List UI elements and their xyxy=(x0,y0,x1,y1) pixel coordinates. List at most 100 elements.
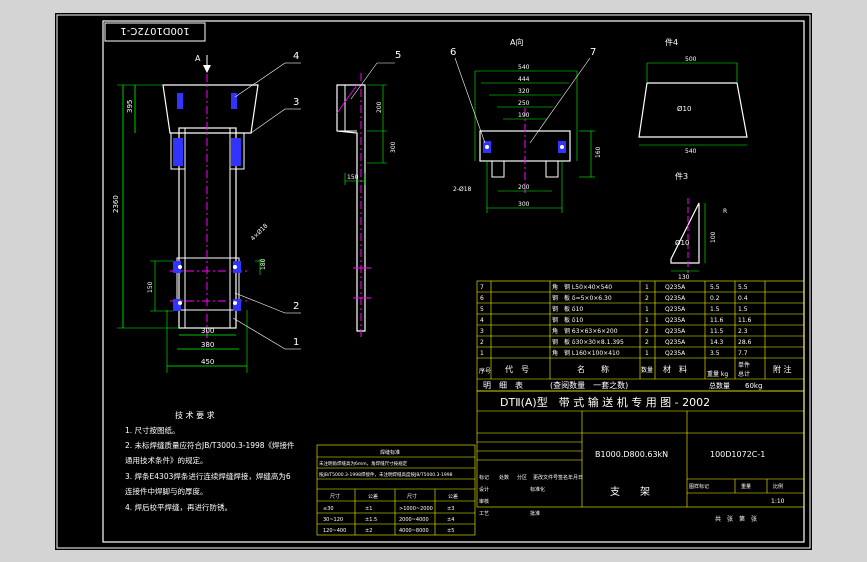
bom-cell-qty: 1 xyxy=(645,350,649,357)
dim-p3-bottom: 130 xyxy=(678,274,690,281)
bom-table-grid xyxy=(476,280,805,392)
dim-main-small-2: 180 xyxy=(260,258,267,270)
bom-cell-qty: 1 xyxy=(645,317,649,324)
title-row-9: 审核 xyxy=(479,498,489,505)
bom-cell-name: 角 钢 L160×100×410 xyxy=(552,349,620,357)
bom-cell-name: 钢 板 δ=5×0×6.30 xyxy=(552,294,612,302)
weld-h2: 公差 xyxy=(368,493,378,500)
weld-r1c1: ≤30 xyxy=(323,506,334,512)
dim-p4-mid: Ø10 xyxy=(677,105,691,113)
part3-title: 件3 xyxy=(675,171,688,181)
dim-a-hole: 2-Ø18 xyxy=(453,186,472,193)
bom-cell-total: 0.4 xyxy=(738,295,748,302)
bom-cell-name: 角 钢 L50×40×540 xyxy=(552,283,612,291)
dim-a-w5: 190 xyxy=(518,112,530,119)
title-row-8: 标准化 xyxy=(530,486,545,493)
view-arrow-a: A xyxy=(195,54,201,63)
dim-p4-bottom: 540 xyxy=(685,148,697,155)
balloon-4: 4 xyxy=(293,51,299,62)
balloon-3: 3 xyxy=(293,97,299,108)
bom-cell-mat: Q235A xyxy=(665,350,686,357)
balloon-6: 6 xyxy=(450,47,456,58)
title-main: DTⅡ(A)型 带 式 输 送 机 专 用 图 - 2002 xyxy=(500,395,710,409)
weld-h1: 尺寸 xyxy=(330,493,340,500)
bom-cell-unit: 11.5 xyxy=(710,328,724,335)
dim-main-small-3: 4×Ø18 xyxy=(249,222,269,242)
cad-canvas: 100D1072C-1 A 2360 395 300 380 450 150 1… xyxy=(56,14,811,549)
weld-r1c4: ±3 xyxy=(447,506,454,512)
dim-main-top: 395 xyxy=(126,100,134,113)
title-row-1: 标记 xyxy=(479,474,489,481)
title-row-2: 处数 xyxy=(499,474,509,481)
weld-h4: 公差 xyxy=(448,493,458,500)
bom-cell-unit: 11.6 xyxy=(710,317,724,324)
dim-main-height: 2360 xyxy=(112,195,120,213)
bom-cell-seq: 1 xyxy=(480,350,484,357)
drawing-sheet: 100D1072C-1 A 2360 395 300 380 450 150 1… xyxy=(55,13,812,550)
dim-a-w1: 540 xyxy=(518,64,530,71)
weld-r2c2: ±1.5 xyxy=(365,517,377,523)
weld-line-2: 按JB/T5000.3-1998焊接件，未注明焊缝高度按JB/T5000.3-1… xyxy=(319,471,453,478)
weld-r3c3: 4000~8000 xyxy=(399,528,429,534)
bom-cell-seq: 5 xyxy=(480,306,484,313)
title-stage-label: 图样标记 xyxy=(689,483,709,490)
bom-cell-total: 1.5 xyxy=(738,306,748,313)
title-weight-label: 重量 xyxy=(741,483,751,490)
bom-cell-total: 2.3 xyxy=(738,328,748,335)
dim-a-w7: 300 xyxy=(518,201,530,208)
bom-h-qty: 数量 xyxy=(641,366,653,374)
bom-cell-mat: Q235A xyxy=(665,284,686,291)
title-row-11: 批准 xyxy=(530,510,540,517)
bom-h-weight: 重量 kg xyxy=(707,370,728,378)
tech-req-title: 技 术 要 求 xyxy=(175,410,215,420)
bom-h-code: 代 号 xyxy=(505,364,529,374)
title-row-7: 设计 xyxy=(479,486,489,493)
bom-h-name: 名 称 xyxy=(577,364,609,374)
bom-cell-total: 28.6 xyxy=(738,339,752,346)
dim-a-w4: 250 xyxy=(518,100,530,107)
tech-req-line-3: 通用技术条件》的规定。 xyxy=(125,455,208,465)
bom-cell-mat: Q235A xyxy=(665,306,686,313)
bom-cell-total: 7.7 xyxy=(738,350,748,357)
part3-view: 件3 Ø10 100 R 130 xyxy=(670,171,727,281)
bom-cell-name: 钢 板 δ30×30×8.1.395 xyxy=(552,338,624,346)
dim-side-3: 150 xyxy=(347,174,359,181)
bom-cell-unit: 14.3 xyxy=(710,339,724,346)
bom-total-weight-label: 总数量 xyxy=(709,381,730,390)
balloon-5: 5 xyxy=(395,50,401,61)
dim-a-w2: 444 xyxy=(518,76,530,83)
dim-main-inner: 300 xyxy=(201,327,214,335)
bom-cell-name: 钢 板 δ10 xyxy=(552,305,583,313)
title-row-5: 签名 xyxy=(558,474,568,481)
title-part-name: 支 架 xyxy=(610,486,650,498)
title-row-6: 年月日 xyxy=(568,474,583,481)
bom-cell-mat: Q235A xyxy=(665,295,686,302)
balloon-1: 1 xyxy=(293,337,299,348)
weld-r3c1: 120~400 xyxy=(323,528,346,534)
bom-cell-unit: 0.2 xyxy=(710,295,720,302)
bom-cell-seq: 3 xyxy=(480,328,484,335)
dim-main-bottom-width2: 450 xyxy=(201,358,214,366)
part4-title: 件4 xyxy=(665,37,678,47)
bom-detail-note: (查阅数量 一套之数) xyxy=(550,380,628,390)
balloon-7: 7 xyxy=(590,47,596,58)
bom-h-total: 总计 xyxy=(738,370,750,378)
weld-r1c2: ±1 xyxy=(365,506,372,512)
title-scale-label: 比例 xyxy=(773,483,783,490)
weld-r2c4: ±4 xyxy=(447,517,454,523)
bom-cell-unit: 5.5 xyxy=(710,284,720,291)
title-scale: 1:10 xyxy=(771,498,785,505)
weld-r2c1: 30~120 xyxy=(323,517,343,523)
part4-view: 件4 500 Ø10 540 xyxy=(638,37,748,155)
side-view: 200 300 150 5 xyxy=(336,50,401,338)
bom-cell-mat: Q235A xyxy=(665,317,686,324)
title-row-4: 更改文件号 xyxy=(533,474,558,481)
bom-cell-total: 11.6 xyxy=(738,317,752,324)
bom-cell-seq: 6 xyxy=(480,295,484,302)
tech-req-line-5: 连接件中焊脚与的厚度。 xyxy=(125,486,208,496)
title-code: 100D1072C-1 xyxy=(710,450,765,459)
dim-p4-top: 500 xyxy=(685,56,697,63)
dim-a-w3: 320 xyxy=(518,88,530,95)
weld-r3c2: ±2 xyxy=(365,528,372,534)
bom-cell-name: 钢 板 δ10 xyxy=(552,316,583,324)
